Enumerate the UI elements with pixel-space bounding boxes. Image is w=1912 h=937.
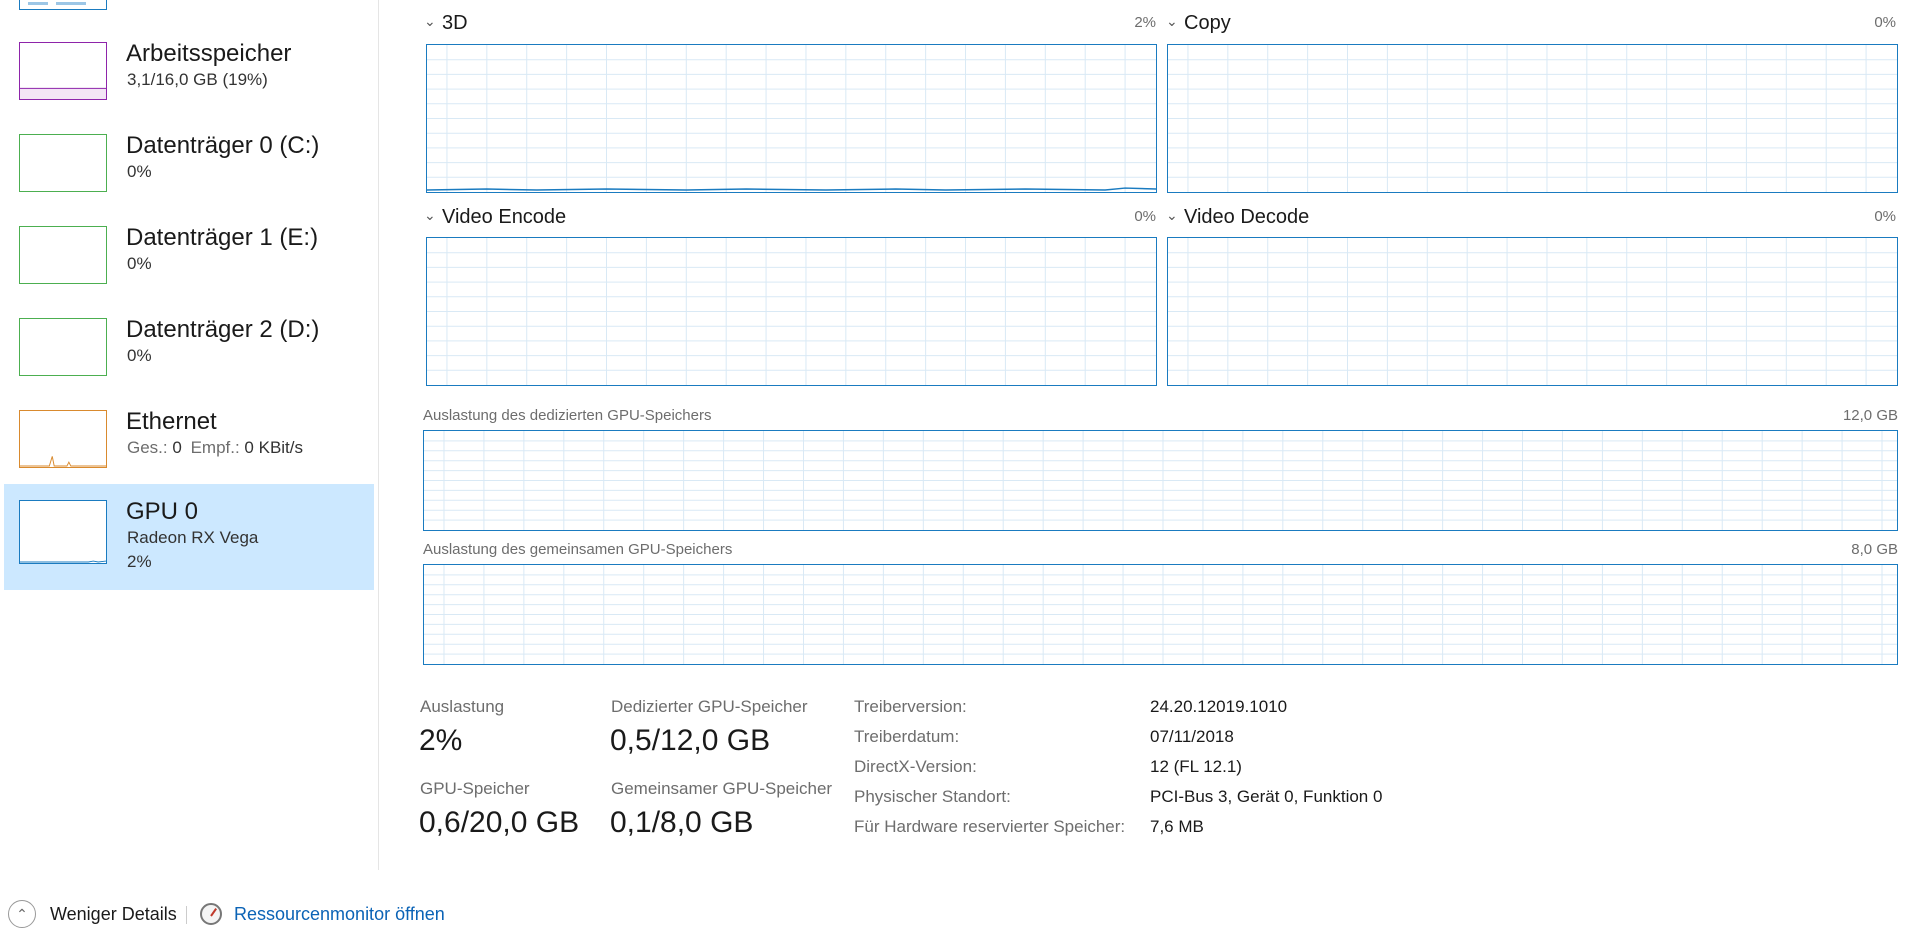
sidebar-item-gpu-0[interactable]: GPU 0 Radeon RX Vega 2%	[4, 484, 374, 590]
driver-date-label: Treiberdatum:	[854, 727, 960, 746]
memory-thumbnail	[19, 42, 107, 100]
utilization-value: 2%	[419, 724, 463, 757]
directx-version-value: 12 (FL 12.1)	[1150, 757, 1242, 776]
hardware-reserved-memory-label: Für Hardware reservierter Speicher:	[854, 817, 1126, 836]
resource-monitor-label: Ressourcenmonitor öffnen	[234, 903, 445, 924]
disk-thumbnail	[19, 318, 107, 376]
dedicated-memory-graph-max: 12,0 GB	[1842, 407, 1898, 424]
sidebar-item-title: Datenträger 0 (C:)	[126, 132, 320, 159]
sidebar-item-subtitle: 3,1/16,0 GB (19%)	[127, 70, 268, 89]
ethernet-thumbnail	[19, 410, 107, 468]
graph-grid	[424, 565, 1897, 664]
ethernet-throughput: Ges.: 0 Empf.: 0 KBit/s	[127, 438, 303, 458]
dedicated-memory-value: 0,5/12,0 GB	[610, 724, 771, 757]
sidebar: Arbeitsspeicher 3,1/16,0 GB (19%) Datent…	[0, 0, 378, 870]
open-resource-monitor-link[interactable]: Ressourcenmonitor öffnen	[200, 898, 445, 930]
sidebar-item-title: Datenträger 1 (E:)	[126, 224, 319, 251]
graph-grid	[427, 238, 1156, 385]
sidebar-item-subtitle: 0%	[127, 346, 152, 365]
sidebar-item-title: Datenträger 2 (D:)	[126, 316, 320, 343]
shared-memory-label: Gemeinsamer GPU-Speicher	[611, 779, 833, 798]
sidebar-item-usage: 2%	[127, 552, 152, 571]
graph-grid	[1168, 45, 1897, 192]
less-details-label: Weniger Details	[50, 903, 177, 924]
sidebar-item-title: GPU 0	[126, 498, 199, 525]
graph-grid	[427, 45, 1156, 192]
driver-date-value: 07/11/2018	[1150, 727, 1234, 746]
physical-location-label: Physischer Standort:	[854, 787, 1011, 806]
engine-percent: 0%	[1134, 208, 1156, 225]
dedicated-memory-graph-label: Auslastung des dedizierten GPU-Speichers	[423, 407, 712, 424]
graph-shared-memory	[423, 564, 1898, 665]
send-label: Ges.:	[127, 438, 168, 457]
send-value: 0	[172, 438, 182, 457]
chevron-down-icon: ⌄	[424, 207, 436, 223]
shared-memory-graph-max: 8,0 GB	[1851, 541, 1898, 558]
graph-video-encode	[426, 237, 1157, 386]
chevron-up-circle-icon: ⌃	[8, 900, 36, 928]
driver-version-value: 24.20.12019.1010	[1150, 697, 1288, 716]
sidebar-item-partial-thumbnail[interactable]	[19, 0, 107, 10]
sidebar-item-title: Ethernet	[126, 408, 217, 435]
graph-copy	[1167, 44, 1898, 193]
engine-name: 3D	[442, 12, 468, 34]
sidebar-item-subtitle: Radeon RX Vega	[127, 528, 259, 547]
engine-percent: 2%	[1134, 14, 1156, 31]
footer-separator	[186, 906, 187, 924]
sidebar-item-memory[interactable]: Arbeitsspeicher 3,1/16,0 GB (19%)	[4, 30, 374, 136]
graph-grid	[1168, 238, 1897, 385]
sidebar-item-disk-2[interactable]: Datenträger 2 (D:) 0%	[4, 306, 374, 412]
engine-name: Copy	[1184, 12, 1231, 34]
footer: ⌃ Weniger Details Ressourcenmonitor öffn…	[0, 870, 1912, 937]
engine-selector-copy[interactable]: ⌄ Copy	[1166, 12, 1231, 35]
hardware-reserved-memory-value: 7,6 MB	[1150, 817, 1204, 836]
disk-thumbnail	[19, 226, 107, 284]
engine-name: Video Encode	[442, 206, 567, 228]
receive-label: Empf.:	[190, 438, 240, 457]
engine-percent: 0%	[1874, 14, 1896, 31]
chevron-down-icon: ⌄	[1166, 207, 1178, 223]
resource-monitor-icon	[200, 903, 222, 925]
driver-version-label: Treiberversion:	[854, 697, 967, 716]
engine-selector-video-encode[interactable]: ⌄ Video Encode	[424, 206, 566, 229]
engine-selector-video-decode[interactable]: ⌄ Video Decode	[1166, 206, 1309, 229]
chevron-down-icon: ⌄	[424, 13, 436, 29]
gpu-memory-value: 0,6/20,0 GB	[419, 806, 580, 839]
graph-grid	[424, 431, 1897, 530]
sidebar-divider	[378, 0, 379, 870]
sidebar-item-disk-0[interactable]: Datenträger 0 (C:) 0%	[4, 122, 374, 228]
chevron-down-icon: ⌄	[1166, 13, 1178, 29]
engine-percent: 0%	[1874, 208, 1896, 225]
receive-value: 0 KBit/s	[244, 438, 304, 457]
physical-location-value: PCI-Bus 3, Gerät 0, Funktion 0	[1150, 787, 1383, 806]
sidebar-item-disk-1[interactable]: Datenträger 1 (E:) 0%	[4, 214, 374, 320]
utilization-label: Auslastung	[420, 697, 505, 716]
dedicated-memory-label: Dedizierter GPU-Speicher	[611, 697, 808, 716]
graph-video-decode	[1167, 237, 1898, 386]
graph-dedicated-memory	[423, 430, 1898, 531]
sidebar-item-title: Arbeitsspeicher	[126, 40, 292, 67]
engine-name: Video Decode	[1184, 206, 1310, 228]
sidebar-item-subtitle: 0%	[127, 254, 152, 273]
less-details-button[interactable]: ⌃ Weniger Details	[8, 898, 177, 930]
gpu-memory-label: GPU-Speicher	[420, 779, 530, 798]
engine-selector-3d[interactable]: ⌄ 3D	[424, 12, 468, 35]
gpu-thumbnail	[19, 500, 107, 564]
disk-thumbnail	[19, 134, 107, 192]
sidebar-item-subtitle: 0%	[127, 162, 152, 181]
directx-version-label: DirectX-Version:	[854, 757, 977, 776]
shared-memory-graph-label: Auslastung des gemeinsamen GPU-Speichers	[423, 541, 733, 558]
graph-3d	[426, 44, 1157, 193]
shared-memory-value: 0,1/8,0 GB	[610, 806, 754, 839]
